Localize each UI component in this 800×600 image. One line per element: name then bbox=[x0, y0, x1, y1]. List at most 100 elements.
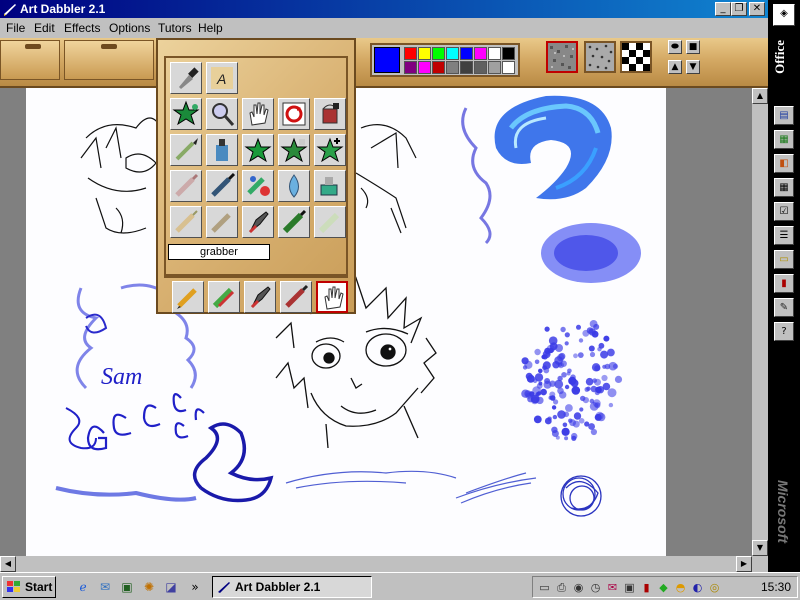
tool-paint-splash[interactable] bbox=[242, 170, 274, 202]
word-icon[interactable]: ▤ bbox=[774, 106, 794, 125]
current-color-swatch[interactable] bbox=[374, 47, 400, 73]
up-arrow-icon[interactable]: ▲ bbox=[668, 60, 682, 74]
color-swatch[interactable] bbox=[460, 47, 473, 60]
title-bar[interactable]: Art Dabbler 2.1 _ ❐ ✕ bbox=[0, 0, 768, 18]
tool-spray-bottle[interactable] bbox=[206, 134, 238, 166]
tool-star-stamp[interactable] bbox=[170, 98, 202, 130]
drawer-felt-pen[interactable] bbox=[280, 281, 312, 313]
monitor-icon[interactable]: ▣ bbox=[622, 580, 637, 595]
scroll-up-arrow-icon[interactable]: ▲ bbox=[752, 88, 768, 104]
drive-icon[interactable]: ◐ bbox=[690, 580, 705, 595]
scheduler-icon[interactable]: ◷ bbox=[588, 580, 603, 595]
color-swatch[interactable] bbox=[488, 61, 501, 74]
tool-pencil-faded[interactable] bbox=[170, 206, 202, 238]
excel-icon[interactable]: ▦ bbox=[774, 130, 794, 149]
down-arrow-icon[interactable]: ▼ bbox=[686, 60, 700, 74]
tool-star-plus[interactable] bbox=[314, 134, 346, 166]
tool-airbrush[interactable] bbox=[314, 170, 346, 202]
tool-green-star[interactable] bbox=[242, 134, 274, 166]
tool-magnifier[interactable] bbox=[206, 98, 238, 130]
tool-eyedropper[interactable] bbox=[170, 62, 202, 94]
restore-button[interactable]: ❐ bbox=[731, 2, 747, 16]
drawer-pencil[interactable] bbox=[172, 281, 204, 313]
color-swatch[interactable] bbox=[474, 47, 487, 60]
menu-options[interactable]: Options bbox=[109, 21, 150, 35]
tool-grabber-hand[interactable] bbox=[242, 98, 274, 130]
globe-icon[interactable]: ◎ bbox=[707, 580, 722, 595]
swap-icon[interactable]: ⬬ bbox=[668, 40, 682, 54]
menu-edit[interactable]: Edit bbox=[34, 21, 55, 35]
vertical-scrollbar[interactable]: ▲ ▼ bbox=[752, 88, 768, 556]
drawer-left[interactable] bbox=[0, 40, 60, 80]
antivirus-icon[interactable]: ◆ bbox=[656, 580, 671, 595]
menu-help[interactable]: Help bbox=[198, 21, 223, 35]
scroll-right-arrow-icon[interactable]: ▶ bbox=[736, 556, 752, 572]
color-swatch[interactable] bbox=[460, 61, 473, 74]
noise-texture[interactable] bbox=[546, 41, 578, 73]
color-swatch[interactable] bbox=[404, 47, 417, 60]
notes-icon[interactable]: ▭ bbox=[774, 250, 794, 269]
tool-star-sponge[interactable] bbox=[278, 134, 310, 166]
tool-brush[interactable] bbox=[170, 134, 202, 166]
network-icon[interactable]: ▭ bbox=[537, 580, 552, 595]
drawer-grabber-hand[interactable] bbox=[316, 281, 348, 313]
drawer-crayon[interactable] bbox=[208, 281, 240, 313]
color-swatch[interactable] bbox=[432, 61, 445, 74]
clock[interactable]: 15:30 bbox=[761, 580, 791, 594]
color-swatch[interactable] bbox=[446, 61, 459, 74]
color-swatch[interactable] bbox=[404, 61, 417, 74]
menu-file[interactable]: File bbox=[6, 21, 25, 35]
color-swatch[interactable] bbox=[502, 47, 515, 60]
book-icon[interactable]: ▮ bbox=[774, 274, 794, 293]
tool-text[interactable]: A bbox=[206, 62, 238, 94]
square-icon[interactable]: ■ bbox=[686, 40, 700, 54]
book-icon[interactable]: ▮ bbox=[639, 580, 654, 595]
speckle-texture[interactable] bbox=[584, 41, 616, 73]
tasks-icon[interactable]: ☑ bbox=[774, 202, 794, 221]
speaker-icon[interactable]: ◉ bbox=[571, 580, 586, 595]
task-button-art-dabbler[interactable]: Art Dabbler 2.1 bbox=[212, 576, 372, 598]
color-swatch[interactable] bbox=[432, 47, 445, 60]
menu-tutors[interactable]: Tutors bbox=[158, 21, 192, 35]
outlook-icon[interactable]: ✉ bbox=[96, 578, 114, 596]
tool-chalk[interactable] bbox=[314, 206, 346, 238]
mail-icon[interactable]: ✉ bbox=[605, 580, 620, 595]
tool-brush-dark[interactable] bbox=[206, 170, 238, 202]
menu-effects[interactable]: Effects bbox=[64, 21, 100, 35]
contacts-icon[interactable]: ☰ bbox=[774, 226, 794, 245]
help-icon[interactable]: ✎ bbox=[774, 298, 794, 317]
drawer-pen-nib[interactable] bbox=[244, 281, 276, 313]
tool-marker[interactable] bbox=[278, 206, 310, 238]
scroll-down-arrow-icon[interactable]: ▼ bbox=[752, 540, 768, 556]
checker-texture[interactable] bbox=[620, 41, 652, 73]
tool-pen-nib[interactable] bbox=[242, 206, 274, 238]
start-button[interactable]: Start bbox=[2, 576, 56, 598]
tool-paint-bucket[interactable] bbox=[314, 98, 346, 130]
launch-icon[interactable]: ◪ bbox=[162, 578, 180, 596]
color-swatch[interactable] bbox=[446, 47, 459, 60]
close-button[interactable]: ✕ bbox=[749, 2, 765, 16]
question-icon[interactable]: ? bbox=[774, 322, 794, 341]
color-swatch[interactable] bbox=[488, 47, 501, 60]
tool-felt-pen-faded[interactable] bbox=[170, 170, 202, 202]
color-swatch[interactable] bbox=[474, 61, 487, 74]
color-swatch[interactable] bbox=[418, 47, 431, 60]
more-icon[interactable]: » bbox=[186, 578, 204, 596]
horizontal-scrollbar[interactable]: ◀ ▶ bbox=[0, 556, 768, 572]
calendar-icon[interactable]: ▦ bbox=[774, 178, 794, 197]
tool-brush-faded[interactable] bbox=[206, 206, 238, 238]
printer-icon[interactable]: ⎙ bbox=[554, 580, 569, 595]
internet-explorer-icon[interactable]: ℯ bbox=[74, 578, 92, 596]
channels-icon[interactable]: ✺ bbox=[140, 578, 158, 596]
drawer-brushes[interactable] bbox=[64, 40, 154, 80]
minimize-button[interactable]: _ bbox=[715, 2, 731, 16]
powerpoint-icon[interactable]: ◧ bbox=[774, 154, 794, 173]
tool-rotate[interactable] bbox=[278, 98, 310, 130]
desktop-icon[interactable]: ▣ bbox=[118, 578, 136, 596]
tool-water-drop[interactable] bbox=[278, 170, 310, 202]
hat-icon[interactable]: ◓ bbox=[673, 580, 688, 595]
color-swatch[interactable] bbox=[502, 61, 515, 74]
office-logo-icon[interactable]: ◈ bbox=[773, 4, 795, 26]
color-swatch[interactable] bbox=[418, 61, 431, 74]
scroll-left-arrow-icon[interactable]: ◀ bbox=[0, 556, 16, 572]
